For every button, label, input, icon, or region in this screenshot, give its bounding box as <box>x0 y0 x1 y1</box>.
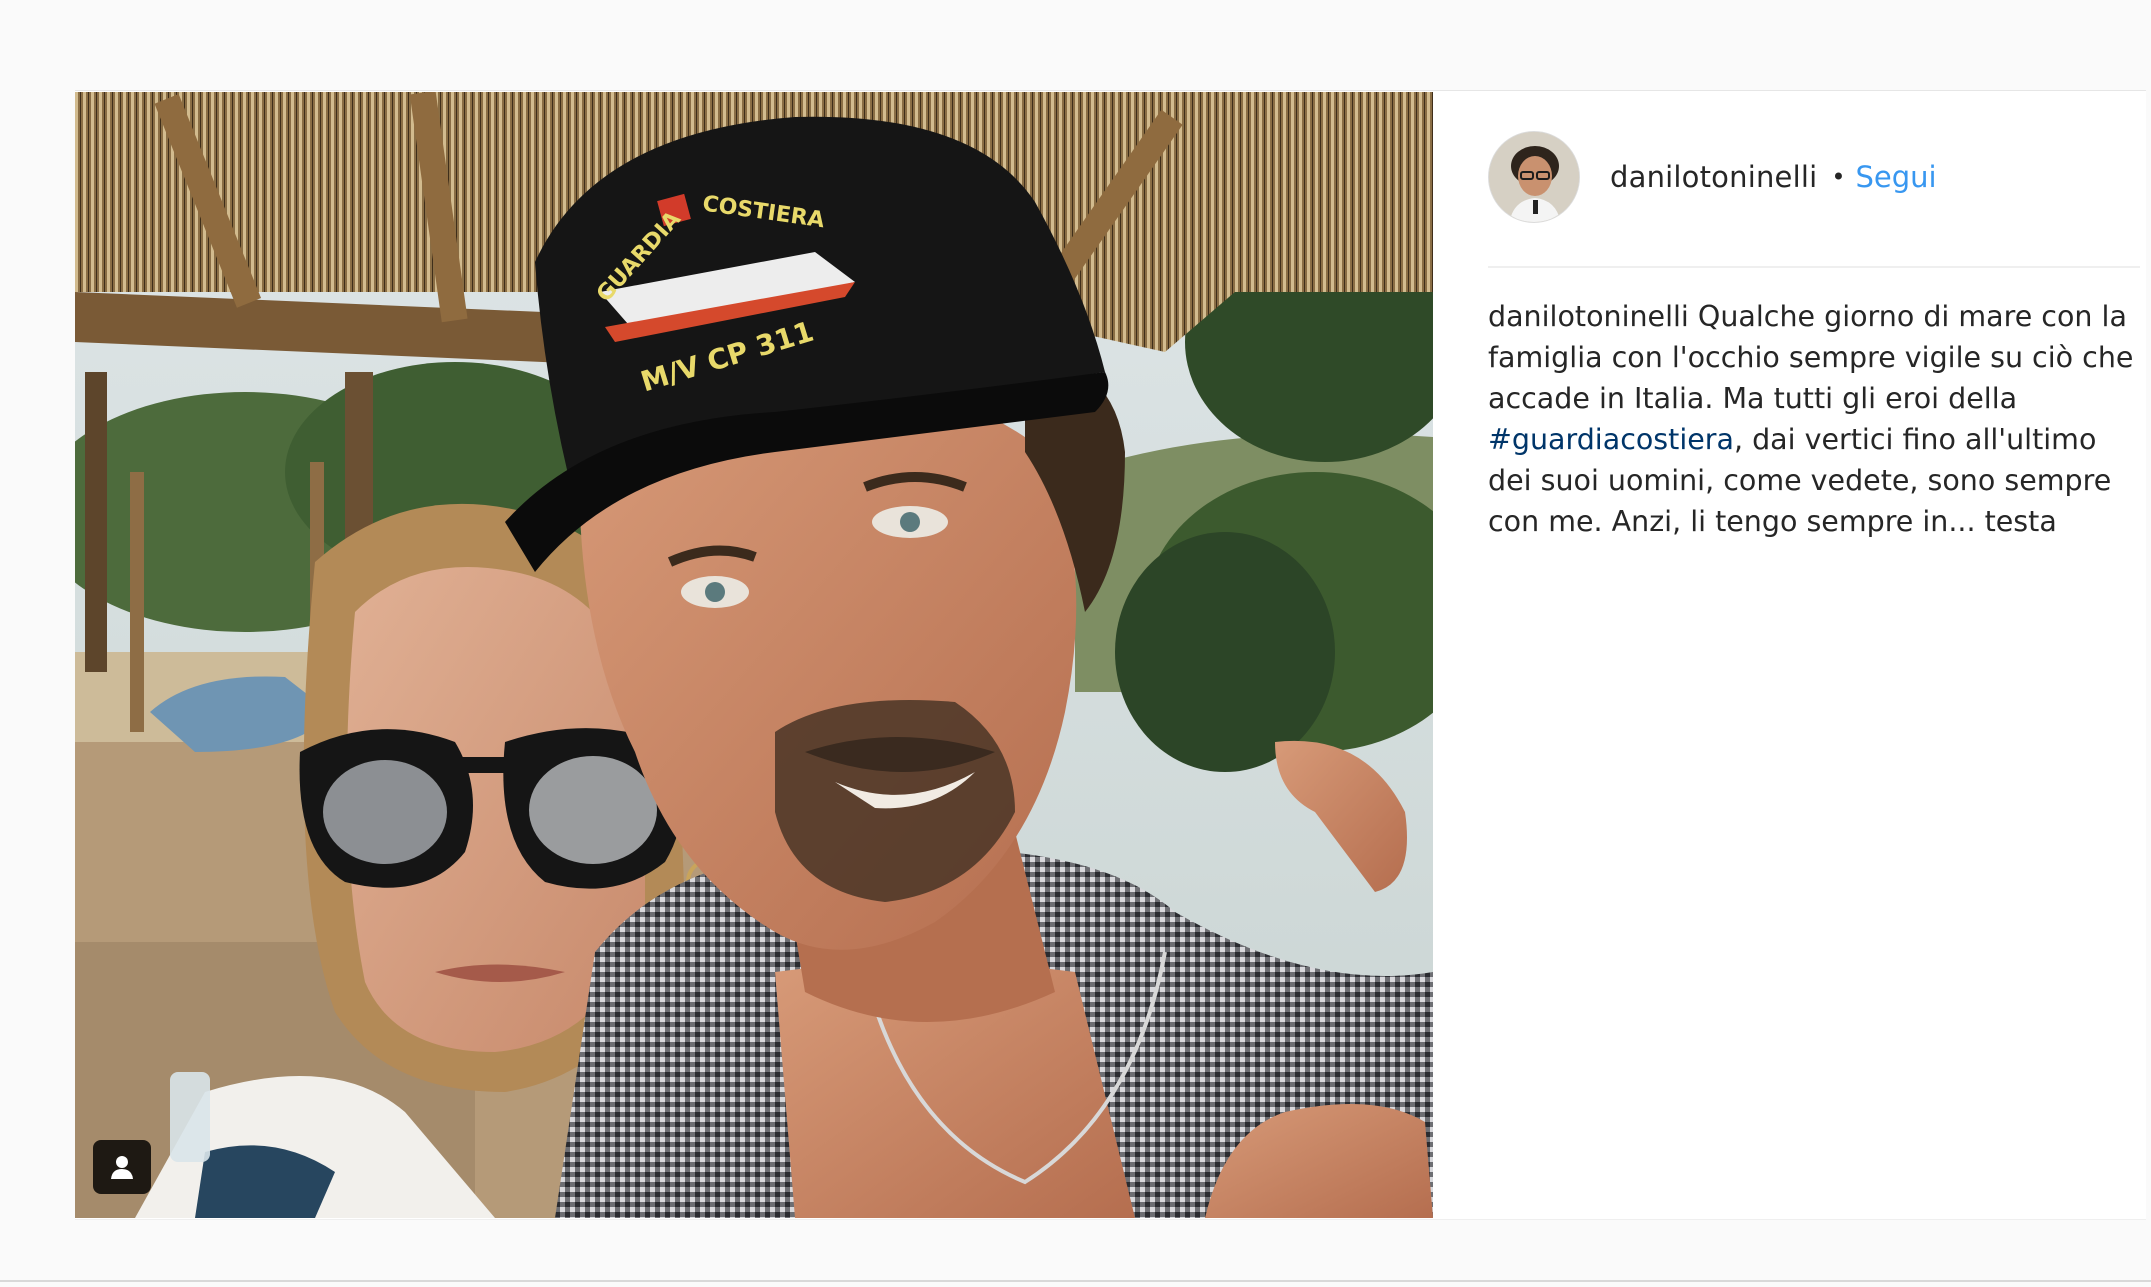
post-caption: danilotoninelli Qualche giorno di mare c… <box>1488 296 2138 542</box>
instagram-post: GUARDIA COSTIERA M/V CP 311 danilotonine… <box>75 90 2146 1220</box>
post-sidebar: danilotoninelli • Segui danilotoninelli … <box>1488 91 2146 1217</box>
avatar-image <box>1489 132 1579 222</box>
tagged-people-button[interactable] <box>93 1140 151 1194</box>
hashtag-link[interactable]: #guardiacostiera <box>1488 423 1734 456</box>
follow-button[interactable]: Segui <box>1856 160 1937 194</box>
person-tag-icon <box>111 1156 133 1179</box>
post-photo[interactable]: GUARDIA COSTIERA M/V CP 311 <box>75 92 1433 1218</box>
profile-avatar[interactable] <box>1488 131 1580 223</box>
header-divider <box>1488 266 2140 268</box>
caption-author[interactable]: danilotoninelli <box>1488 300 1689 333</box>
post-username[interactable]: danilotoninelli <box>1610 160 1817 194</box>
separator-dot: • <box>1831 163 1846 191</box>
page: GUARDIA COSTIERA M/V CP 311 danilotonine… <box>0 0 2151 1287</box>
photo-illustration: GUARDIA COSTIERA M/V CP 311 <box>75 92 1433 1218</box>
page-bottom-border <box>0 1280 2151 1282</box>
post-header: danilotoninelli • Segui <box>1488 131 2146 223</box>
